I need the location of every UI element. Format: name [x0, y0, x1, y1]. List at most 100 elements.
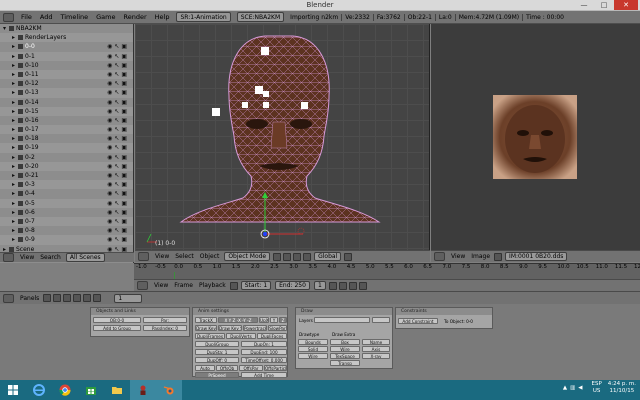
outliner-view-menu[interactable]: View — [17, 254, 37, 261]
dupli-offset-field[interactable]: DupOn: 1 — [241, 341, 287, 347]
visibility-toggle-icons[interactable]: ◉↖▣ — [107, 125, 129, 134]
extra-name[interactable]: Name — [362, 339, 390, 345]
explorer-taskbar-button[interactable] — [104, 380, 130, 400]
pr-speed-button[interactable]: PrSpeed — [195, 372, 239, 378]
visibility-toggle-icons[interactable]: ◉↖▣ — [107, 42, 129, 51]
panels-menu[interactable]: Panels — [17, 295, 42, 302]
drawtype-solid[interactable]: Solid — [298, 346, 328, 352]
up-axis-x[interactable]: UpX — [259, 317, 269, 323]
editing-context-icon[interactable] — [83, 294, 92, 302]
visibility-toggle-icons[interactable]: ◉↖▣ — [107, 208, 129, 217]
timeline-view-menu[interactable]: View — [151, 282, 171, 289]
jump-start-icon[interactable] — [328, 281, 337, 290]
blender-taskbar-button[interactable] — [156, 380, 182, 400]
pass-index-field[interactable]: PassIndex: 0 — [143, 325, 187, 331]
object-context-icon[interactable] — [73, 294, 82, 302]
dupli-faces-button[interactable]: DupliFaces — [257, 333, 287, 339]
image-view-menu[interactable]: View — [448, 253, 468, 260]
visibility-toggle-icons[interactable]: ◉↖▣ — [107, 134, 129, 143]
track-axis-button[interactable]: TrackX — [195, 317, 217, 323]
visibility-toggle-icons[interactable]: ◉↖▣ — [107, 98, 129, 107]
outliner-item[interactable]: ▸ 0-20 ◉↖▣ — [0, 161, 133, 171]
outliner-item[interactable]: ▸ 0-3 ◉↖▣ — [0, 180, 133, 190]
object-name-field[interactable]: OB:0-0 — [93, 317, 141, 323]
time-offset-field[interactable]: TimeOffset: 0.000 — [241, 357, 287, 363]
visibility-toggle-icons[interactable]: ◉↖▣ — [107, 180, 129, 189]
timeline-frame-menu[interactable]: Frame — [171, 282, 196, 289]
manipulator-icon[interactable] — [293, 252, 302, 261]
system-clock[interactable]: 4:24 p. m. 11/10/15 — [608, 381, 636, 395]
outliner-item[interactable]: ▸ 0-2 ◉↖▣ — [0, 153, 133, 162]
outliner-item[interactable]: ▸ 0-7 ◉↖▣ — [0, 216, 133, 227]
outliner-scope-select[interactable]: All Scenes — [65, 253, 105, 262]
play-icon[interactable] — [338, 281, 347, 290]
image-menu[interactable]: Image — [468, 253, 493, 260]
parent-field[interactable]: Par: — [143, 317, 187, 323]
scene-selector[interactable]: SCE:NBA2KM — [236, 12, 285, 22]
jump-end-icon[interactable] — [348, 281, 357, 290]
outliner-item[interactable]: ▸ 0-8 ◉↖▣ — [0, 226, 133, 235]
extra-xray[interactable]: X-ray — [362, 353, 390, 359]
outliner-item[interactable]: ▸ 0-12 ◉↖▣ — [0, 79, 133, 88]
menu-help[interactable]: Help — [151, 13, 174, 21]
offs-particle-button[interactable]: OffsParticle — [264, 365, 287, 371]
extra-axis[interactable]: Axis — [362, 346, 390, 352]
add-constraint-button[interactable]: Add Constraint — [398, 318, 438, 324]
shading-context-icon[interactable] — [63, 294, 72, 302]
offs-ob-button[interactable]: OffsOb — [216, 365, 238, 371]
record-icon[interactable] — [358, 281, 367, 290]
dupli-off-field[interactable]: DupOff: 0 — [195, 357, 239, 363]
visibility-toggle-icons[interactable]: ◉↖▣ — [107, 107, 129, 116]
add-to-group-button[interactable]: Add to Group — [93, 325, 141, 331]
menu-file[interactable]: File — [17, 13, 36, 21]
visibility-toggle-icons[interactable]: ◉↖▣ — [107, 88, 129, 97]
visibility-toggle-icons[interactable]: ◉↖▣ — [107, 235, 129, 244]
timeline-playback-menu[interactable]: Playback — [196, 282, 229, 289]
slow-par-button[interactable]: SlowPar — [268, 325, 287, 331]
visibility-toggle-icons[interactable]: ◉↖▣ — [107, 171, 129, 180]
close-button[interactable]: ✕ — [614, 0, 638, 10]
visibility-toggle-icons[interactable]: ◉↖▣ — [107, 52, 129, 61]
outliner-item[interactable]: ▸ 0-14 ◉↖▣ — [0, 98, 133, 107]
script-context-icon[interactable] — [53, 294, 62, 302]
timeline[interactable]: -1.0 -0.5 0.0 0.5 1.0 1.5 2.0 2.5 3.0 3.5 4.0 4.5 5.… — [134, 263, 640, 281]
game-taskbar-button[interactable] — [130, 380, 156, 400]
add-time-button[interactable]: Add Time — [241, 372, 287, 378]
outliner-item[interactable]: ▾ NBA2KM — [0, 24, 133, 33]
mode-select[interactable]: Object Mode — [224, 252, 271, 261]
auto-button[interactable]: Auto — [195, 365, 215, 371]
outliner-item[interactable]: ▸ 0-18 ◉↖▣ — [0, 134, 133, 143]
dupli-frames-button[interactable]: DupliFrames — [195, 333, 225, 339]
current-frame-field[interactable]: 1 — [313, 281, 326, 290]
logic-context-icon[interactable] — [43, 294, 52, 302]
outliner-item[interactable]: ▸ 0-5 ◉↖▣ — [0, 198, 133, 208]
dupli-group-button[interactable]: DupliGroup — [195, 341, 239, 347]
outliner-item[interactable]: ▸ 0-15 ◉↖▣ — [0, 106, 133, 116]
offs-par-button[interactable]: OffsPar — [239, 365, 263, 371]
drawtype-wire[interactable]: Wire — [298, 353, 328, 359]
menu-timeline[interactable]: Timeline — [56, 13, 92, 21]
outliner-item[interactable]: ▸ 0-1 ◉↖▣ — [0, 51, 133, 61]
scene-context-icon[interactable] — [93, 294, 102, 302]
outliner-search-menu[interactable]: Search — [37, 254, 64, 261]
extra-texspace[interactable]: TexSpace — [330, 353, 360, 359]
end-frame-field[interactable]: End: 250 — [275, 281, 310, 290]
extra-transp[interactable]: Transp — [330, 360, 360, 366]
menu-add[interactable]: Add — [36, 13, 57, 21]
dupli-end-field[interactable]: DupEnd: 100 — [241, 349, 287, 355]
frame-field[interactable]: 1 — [114, 293, 143, 303]
translate-icon[interactable] — [303, 252, 312, 261]
outliner-item[interactable]: ▸ 0-6 ◉↖▣ — [0, 208, 133, 217]
maximize-button[interactable]: □ — [594, 0, 614, 10]
outliner-item[interactable]: ▸ 0-0 ◉↖▣ — [0, 42, 133, 51]
viewport-select-menu[interactable]: Select — [172, 253, 197, 260]
viewport-view-menu[interactable]: View — [152, 253, 172, 260]
buttons-window-icon[interactable] — [3, 293, 14, 303]
outliner-item[interactable]: ▸ 0-17 ◉↖▣ — [0, 125, 133, 135]
dupli-start-field[interactable]: DupSta: 1 — [195, 349, 239, 355]
draw-type-icon[interactable] — [273, 252, 282, 261]
up-axis-z[interactable]: Z — [279, 317, 287, 323]
menu-game[interactable]: Game — [92, 13, 119, 21]
3d-viewport[interactable]: (1) 0-0 — [135, 24, 430, 250]
start-frame-field[interactable]: Start: 1 — [240, 281, 272, 290]
